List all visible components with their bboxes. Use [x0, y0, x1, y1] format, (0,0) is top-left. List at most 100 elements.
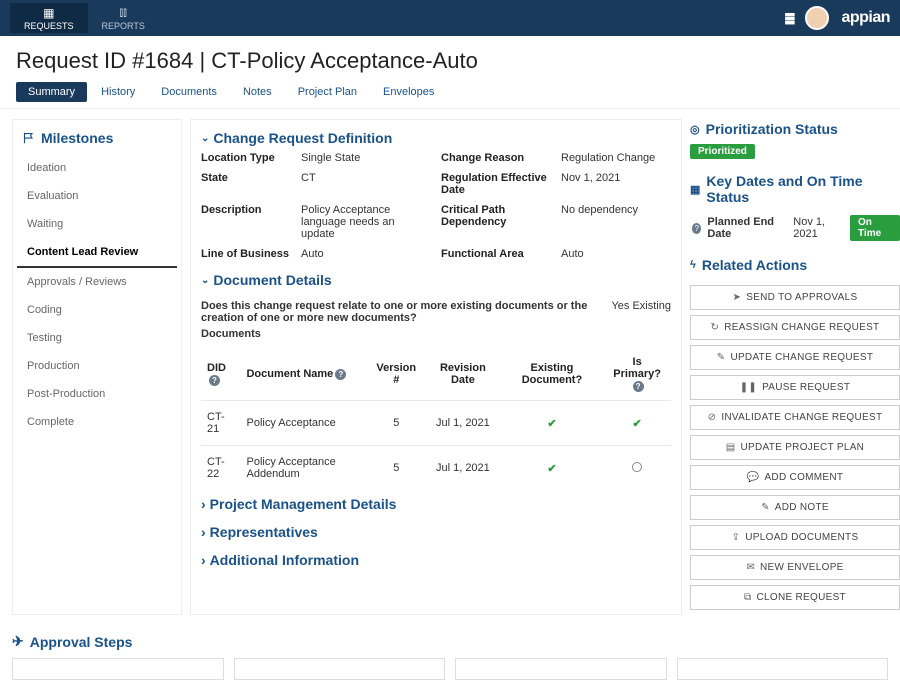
- action-button[interactable]: ❚❚ PAUSE REQUEST: [690, 375, 900, 400]
- list-icon: ▦: [43, 6, 54, 20]
- documents-table: DID? Document Name? Version # Revision D…: [201, 348, 671, 490]
- cell-revision: Jul 1, 2021: [425, 401, 501, 446]
- label-location-type: Location Type: [201, 152, 291, 164]
- action-button[interactable]: ▤UPDATE PROJECT PLAN: [690, 435, 900, 460]
- action-label: INVALIDATE CHANGE REQUEST: [721, 412, 882, 423]
- tab-project-plan[interactable]: Project Plan: [286, 82, 369, 102]
- milestone-item[interactable]: Testing: [17, 324, 177, 352]
- milestone-item[interactable]: Evaluation: [17, 182, 177, 210]
- prioritized-badge: Prioritized: [690, 144, 755, 159]
- action-button[interactable]: ✎ADD NOTE: [690, 495, 900, 520]
- check-icon: ✔: [547, 463, 556, 475]
- label-reg-eff-date: Regulation Effective Date: [441, 172, 551, 196]
- planned-end-value: Nov 1, 2021: [793, 216, 844, 240]
- nav-label: REQUESTS: [24, 21, 74, 31]
- action-button[interactable]: ↻ REASSIGN CHANGE REQUEST: [690, 315, 900, 340]
- tab-history[interactable]: History: [89, 82, 147, 102]
- action-button[interactable]: ➤ SEND TO APPROVALS: [690, 285, 900, 310]
- action-button[interactable]: ✎UPDATE CHANGE REQUEST: [690, 345, 900, 370]
- approval-steps-title: ✈ Approval Steps: [12, 629, 888, 658]
- col-doc-name: Document Name?: [240, 348, 367, 401]
- action-label: PAUSE REQUEST: [762, 382, 850, 393]
- value-lob: Auto: [301, 248, 431, 260]
- milestone-item[interactable]: Coding: [17, 296, 177, 324]
- milestone-item[interactable]: Approvals / Reviews: [17, 268, 177, 296]
- nav-reports[interactable]: ⫾⫾ REPORTS: [88, 3, 159, 33]
- cell-did: CT-21: [201, 401, 240, 446]
- cell-primary: ✔: [603, 401, 671, 446]
- action-icon: ✎: [717, 352, 726, 363]
- document-question-row: Does this change request relate to one o…: [201, 294, 671, 328]
- calendar-icon: ▦: [690, 183, 700, 196]
- action-icon: 💬: [747, 472, 760, 483]
- section-representatives[interactable]: › Representatives: [201, 518, 671, 546]
- action-button[interactable]: ⊘ INVALIDATE CHANGE REQUEST: [690, 405, 900, 430]
- label-functional-area: Functional Area: [441, 248, 551, 260]
- tab-envelopes[interactable]: Envelopes: [371, 82, 446, 102]
- section-change-request-definition[interactable]: ⌄ Change Request Definition: [201, 126, 671, 152]
- action-icon: ❚❚: [740, 382, 757, 393]
- nav-requests[interactable]: ▦ REQUESTS: [10, 3, 88, 33]
- cell-revision: Jul 1, 2021: [425, 446, 501, 491]
- action-icon: ↻: [711, 322, 720, 333]
- label-description: Description: [201, 204, 291, 240]
- action-button[interactable]: ⇪UPLOAD DOCUMENTS: [690, 525, 900, 550]
- user-avatar[interactable]: [805, 6, 829, 30]
- cell-existing: ✔: [501, 446, 604, 491]
- action-icon: ▤: [726, 442, 736, 453]
- milestone-item[interactable]: Ideation: [17, 154, 177, 182]
- help-icon[interactable]: ?: [633, 381, 644, 392]
- milestone-list: IdeationEvaluationWaitingContent Lead Re…: [17, 154, 177, 436]
- approval-boxes: [12, 658, 888, 680]
- value-state: CT: [301, 172, 431, 196]
- action-label: SEND TO APPROVALS: [746, 292, 857, 303]
- action-icon: ✎: [761, 502, 770, 513]
- action-icon: ⊘: [708, 412, 717, 423]
- apps-grid-icon[interactable]: ▪▪▪▪▪▪▪▪▪: [785, 12, 794, 24]
- action-icon: ✉: [746, 562, 755, 573]
- tab-bar: Summary History Documents Notes Project …: [0, 82, 900, 109]
- milestone-item[interactable]: Complete: [17, 408, 177, 436]
- action-list: ➤ SEND TO APPROVALS ↻ REASSIGN CHANGE REQUE…: [690, 285, 900, 610]
- bolt-icon: ϟ: [690, 259, 696, 271]
- action-button[interactable]: 💬ADD COMMENT: [690, 465, 900, 490]
- col-primary: Is Primary??: [603, 348, 671, 401]
- action-label: UPLOAD DOCUMENTS: [745, 532, 858, 543]
- on-time-badge: On Time: [850, 215, 900, 241]
- milestone-item[interactable]: Waiting: [17, 210, 177, 238]
- section-title-text: Change Request Definition: [213, 130, 392, 146]
- help-icon[interactable]: ?: [209, 375, 220, 386]
- section-title-text: Representatives: [210, 524, 318, 540]
- radio-empty-icon: [632, 462, 642, 472]
- prioritization-title: ◎ Prioritization Status: [690, 119, 900, 143]
- help-icon[interactable]: ?: [335, 369, 346, 380]
- tab-summary[interactable]: Summary: [16, 82, 87, 102]
- action-icon: ➤: [733, 292, 742, 303]
- action-button[interactable]: ✉ NEW ENVELOPE: [690, 555, 900, 580]
- milestone-item[interactable]: Production: [17, 352, 177, 380]
- approval-box: [234, 658, 446, 680]
- milestones-title-text: Milestones: [41, 130, 113, 146]
- tab-notes[interactable]: Notes: [231, 82, 284, 102]
- cell-doc-name: Policy Acceptance: [240, 401, 367, 446]
- chart-icon: ⫾⫾: [119, 5, 127, 20]
- section-title-text: Document Details: [213, 272, 331, 288]
- brand-logo: appian: [841, 9, 890, 27]
- action-label: NEW ENVELOPE: [760, 562, 844, 573]
- check-icon: ✔: [547, 418, 556, 430]
- section-additional-information[interactable]: › Additional Information: [201, 546, 671, 574]
- action-button[interactable]: ⧉CLONE REQUEST: [690, 585, 900, 610]
- value-description: Policy Acceptance language needs an upda…: [301, 204, 431, 240]
- cell-version: 5: [367, 401, 425, 446]
- milestone-item[interactable]: Post-Production: [17, 380, 177, 408]
- label-lob: Line of Business: [201, 248, 291, 260]
- value-functional-area: Auto: [561, 248, 671, 260]
- milestone-item[interactable]: Content Lead Review: [17, 238, 177, 268]
- action-label: CLONE REQUEST: [756, 592, 845, 603]
- section-document-details[interactable]: ⌄ Document Details: [201, 268, 671, 294]
- help-icon[interactable]: ?: [692, 223, 701, 234]
- tab-documents[interactable]: Documents: [149, 82, 229, 102]
- definition-grid: Location Type Single State Change Reason…: [201, 152, 671, 268]
- action-label: REASSIGN CHANGE REQUEST: [724, 322, 879, 333]
- section-project-management-details[interactable]: › Project Management Details: [201, 490, 671, 518]
